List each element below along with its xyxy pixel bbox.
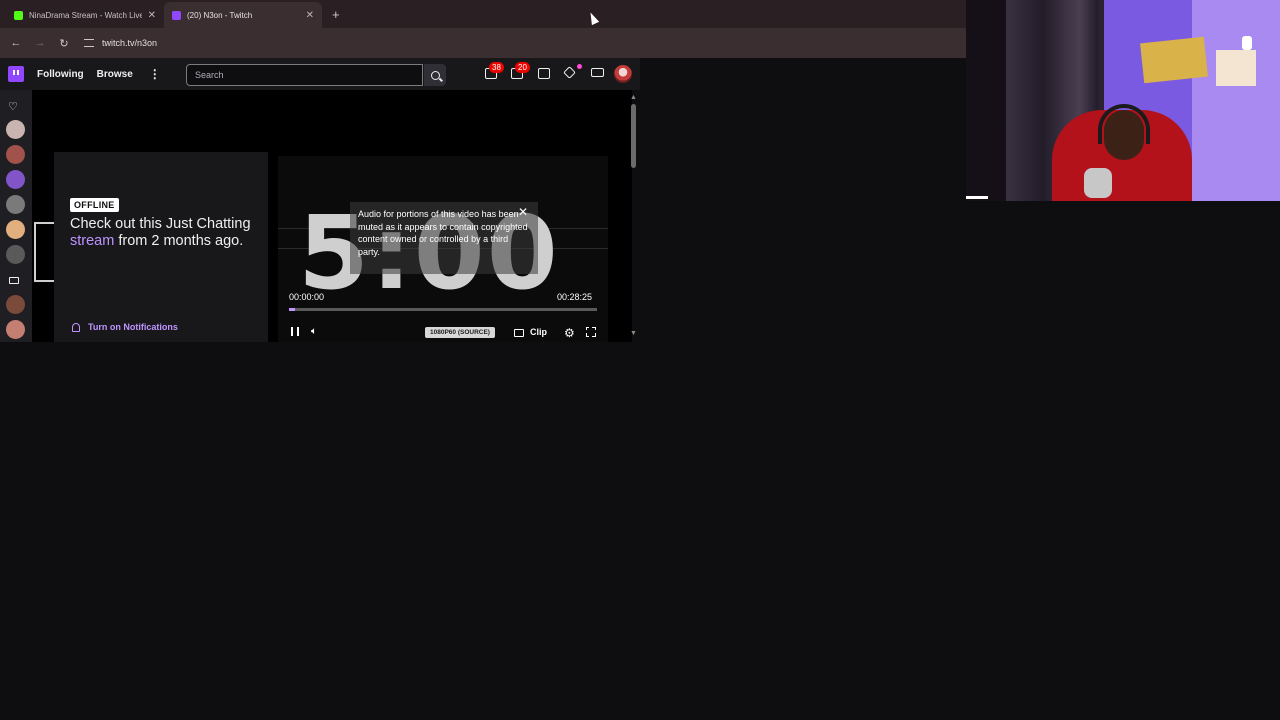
quality-badge[interactable]: 1080P60 (SOURCE) bbox=[425, 327, 495, 338]
webcam-microphone bbox=[1084, 168, 1112, 198]
notification-count-badge: 38 bbox=[489, 62, 504, 73]
turn-on-notifications-button[interactable]: Turn on Notifications bbox=[72, 322, 178, 332]
clip-icon[interactable] bbox=[514, 329, 524, 337]
browser-toolbar: ← → ↻ twitch.tv/n3on bbox=[0, 28, 966, 58]
stream-link[interactable]: stream bbox=[70, 233, 114, 249]
followed-channels-sidebar: ♡ bbox=[0, 90, 32, 342]
offline-message: Check out this Just Chatting stream from… bbox=[70, 216, 260, 250]
twitch-favicon-icon bbox=[172, 10, 181, 20]
video-duration: 00:28:25 bbox=[557, 292, 593, 302]
live-camera-icon bbox=[9, 277, 19, 284]
page-scrollbar[interactable]: ▲ ▼ bbox=[628, 94, 638, 340]
webcam-desk-edge bbox=[966, 196, 988, 199]
site-info-icon[interactable] bbox=[84, 39, 94, 47]
search-button[interactable] bbox=[424, 64, 446, 86]
webcam-poster bbox=[1140, 36, 1208, 84]
search-icon bbox=[430, 70, 440, 80]
close-tab-icon[interactable]: ✕ bbox=[148, 10, 156, 21]
back-icon[interactable]: ← bbox=[8, 37, 24, 49]
address-bar[interactable]: twitch.tv/n3on bbox=[84, 32, 157, 54]
search-input[interactable]: Search bbox=[186, 64, 423, 86]
volume-icon[interactable]: 🔈︎ bbox=[311, 326, 317, 337]
scroll-thumb[interactable] bbox=[631, 104, 636, 168]
channel-avatar[interactable] bbox=[6, 220, 25, 239]
browser-tab-strip: NinaDrama Stream - Watch Live ✕ (20) N3o… bbox=[0, 0, 966, 28]
channel-avatar[interactable] bbox=[6, 145, 25, 164]
nav-browse[interactable]: Browse bbox=[97, 69, 133, 80]
webcam-lamp bbox=[1242, 36, 1252, 50]
user-avatar[interactable] bbox=[614, 65, 632, 83]
ad-free-icon[interactable] bbox=[591, 68, 604, 77]
tab-title: (20) N3on - Twitch bbox=[187, 10, 253, 20]
browser-tab-kick[interactable]: NinaDrama Stream - Watch Live ✕ bbox=[6, 2, 164, 28]
forward-icon[interactable]: → bbox=[32, 37, 48, 49]
more-menu-icon[interactable]: ⋮ bbox=[149, 67, 161, 81]
pause-icon[interactable] bbox=[291, 327, 299, 336]
whispers-icon[interactable] bbox=[538, 68, 550, 79]
channel-avatar[interactable] bbox=[6, 195, 25, 214]
offline-text-prefix: Check out this Just Chatting bbox=[70, 216, 251, 232]
channel-main: OFFLINE Check out this Just Chatting str… bbox=[32, 90, 632, 342]
channel-avatar[interactable] bbox=[6, 320, 25, 339]
tab-title: NinaDrama Stream - Watch Live bbox=[29, 10, 142, 20]
notification-count-badge: 20 bbox=[515, 62, 530, 73]
kick-favicon-icon bbox=[14, 10, 23, 20]
settings-gear-icon[interactable]: ⚙ bbox=[564, 326, 575, 340]
channel-avatar[interactable] bbox=[6, 170, 25, 189]
close-notice-icon[interactable]: ✕ bbox=[517, 206, 529, 218]
offline-text-suffix: from 2 months ago. bbox=[114, 233, 244, 249]
scroll-down-icon[interactable]: ▼ bbox=[630, 330, 637, 337]
notifications-label: Turn on Notifications bbox=[88, 322, 178, 332]
webcam-overlay bbox=[966, 0, 1280, 201]
seek-bar[interactable] bbox=[289, 308, 597, 311]
video-player[interactable]: 5:00 Audio for portions of this video ha… bbox=[278, 156, 608, 342]
screen: NinaDrama Stream - Watch Live ✕ (20) N3o… bbox=[0, 0, 1280, 720]
bell-icon bbox=[72, 322, 80, 332]
scroll-up-icon[interactable]: ▲ bbox=[630, 94, 637, 101]
twitch-top-nav: Following Browse ⋮ Search 38 20 bbox=[0, 58, 640, 90]
nav-following[interactable]: Following bbox=[37, 69, 84, 80]
muted-audio-notice: Audio for portions of this video has bee… bbox=[350, 202, 538, 274]
offline-badge: OFFLINE bbox=[70, 198, 119, 212]
following-heart-icon[interactable]: ♡ bbox=[8, 100, 18, 113]
close-tab-icon[interactable]: ✕ bbox=[306, 10, 314, 21]
current-time: 00:00:00 bbox=[289, 292, 325, 302]
reload-icon[interactable]: ↻ bbox=[56, 37, 72, 50]
url-text: twitch.tv/n3on bbox=[102, 38, 158, 48]
offline-card: OFFLINE Check out this Just Chatting str… bbox=[54, 152, 268, 342]
seek-bar-fill bbox=[289, 308, 296, 311]
channel-avatar[interactable] bbox=[6, 245, 25, 264]
new-tab-icon[interactable]: + bbox=[332, 7, 340, 22]
twitch-logo-icon[interactable] bbox=[8, 66, 24, 82]
fullscreen-icon[interactable] bbox=[585, 326, 596, 337]
browser-tab-twitch[interactable]: (20) N3on - Twitch ✕ bbox=[164, 2, 322, 28]
webcam-poster bbox=[1216, 50, 1256, 86]
channel-avatar[interactable] bbox=[6, 120, 25, 139]
clip-button[interactable]: Clip bbox=[530, 327, 547, 337]
channel-avatar[interactable] bbox=[6, 295, 25, 314]
bits-icon[interactable] bbox=[563, 66, 576, 79]
bits-indicator-icon bbox=[577, 64, 582, 69]
